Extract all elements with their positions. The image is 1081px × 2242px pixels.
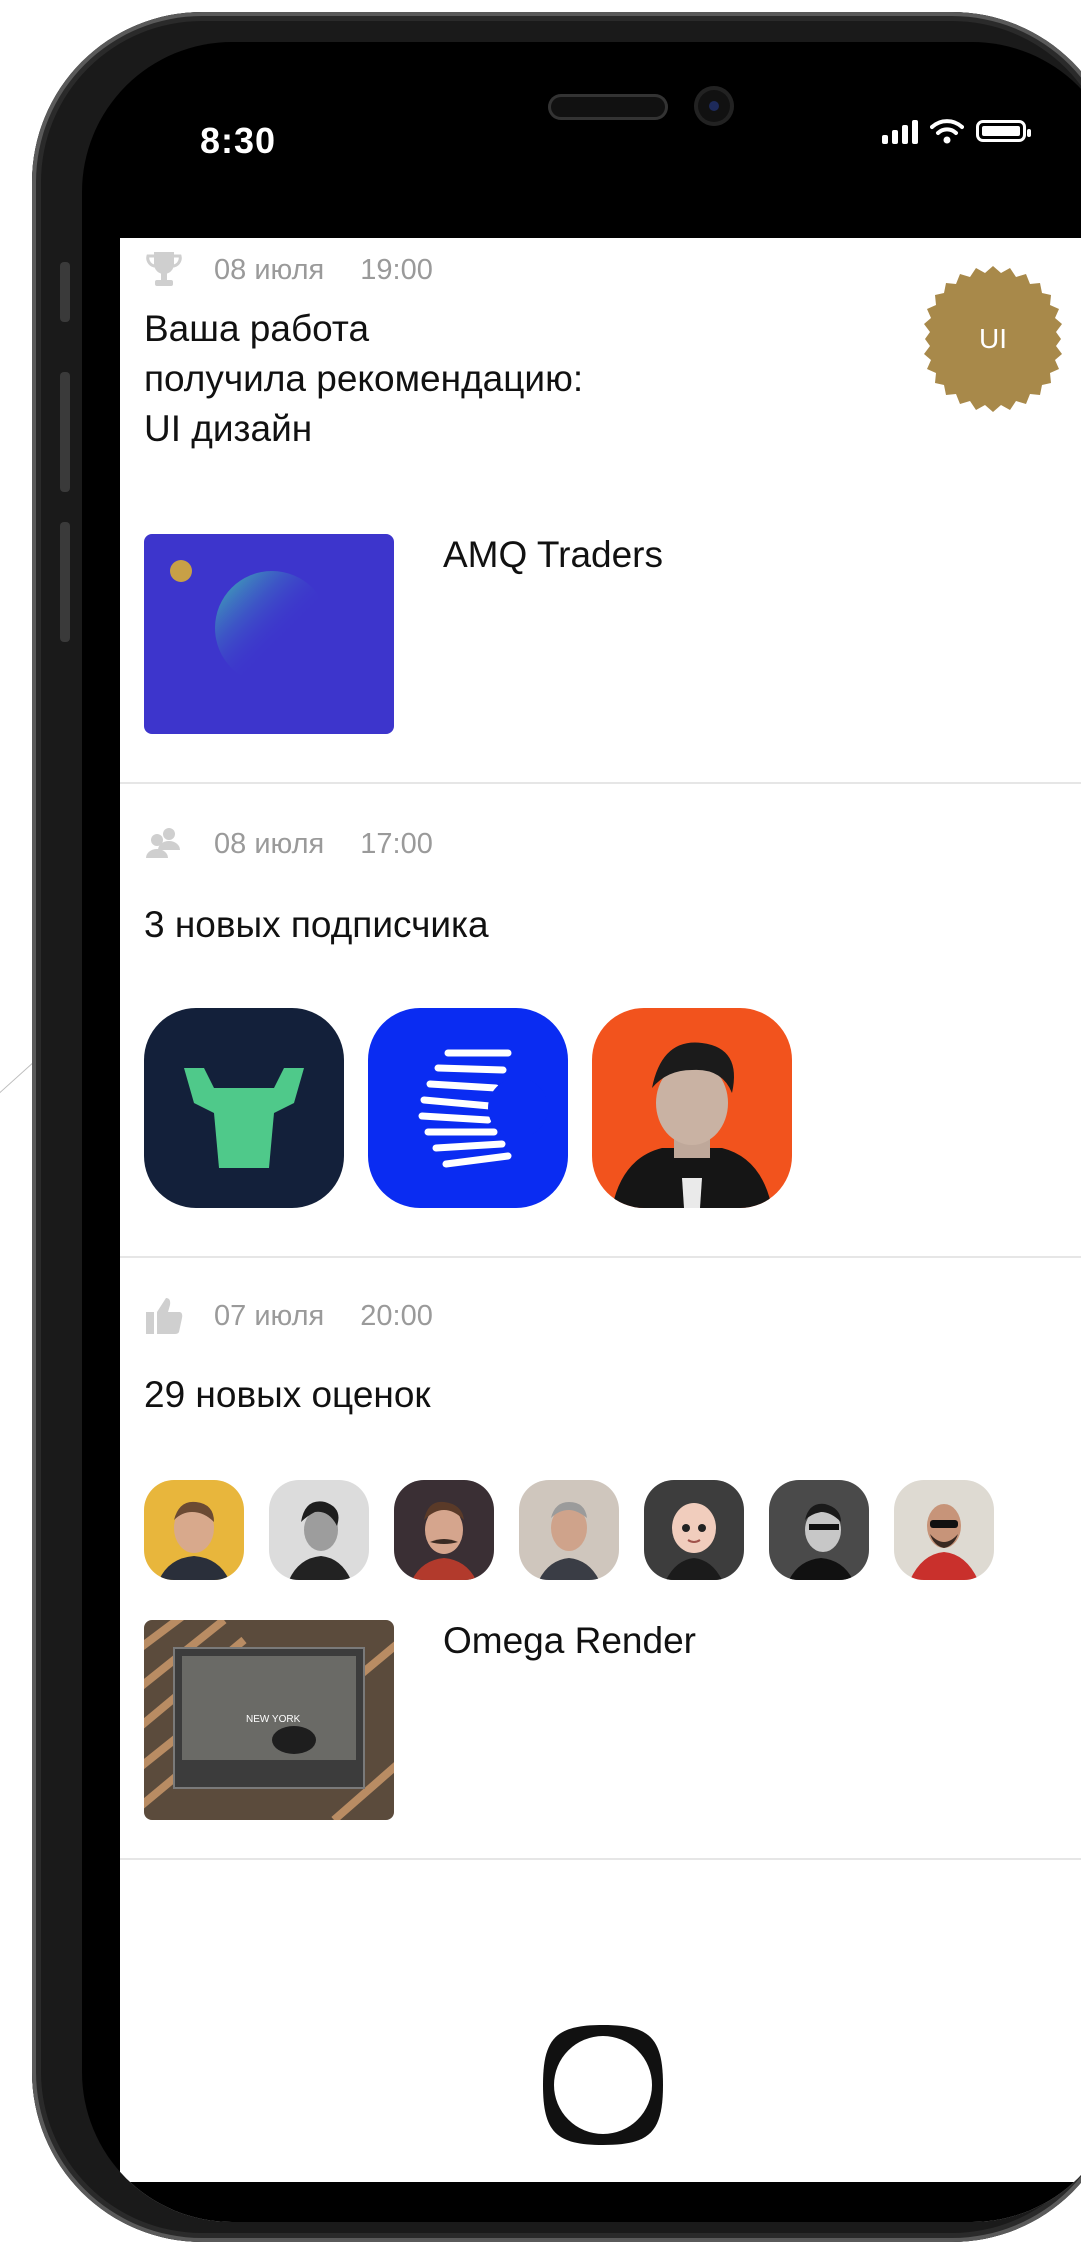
screen-bezel-bottom bbox=[82, 2182, 1081, 2222]
notification-time: 20:00 bbox=[360, 1299, 433, 1332]
rater-avatar[interactable] bbox=[519, 1480, 619, 1580]
rater-avatar[interactable] bbox=[394, 1480, 494, 1580]
portrait-avatar[interactable] bbox=[592, 1008, 792, 1208]
notifications-feed[interactable]: 08 июля 19:00 Ваша работа получила реком… bbox=[120, 238, 1081, 2222]
rater-avatar[interactable] bbox=[769, 1480, 869, 1580]
rater-avatar[interactable] bbox=[144, 1480, 244, 1580]
wifi-icon bbox=[930, 119, 964, 144]
notification-time: 19:00 bbox=[360, 253, 433, 286]
notification-date: 08 июля bbox=[214, 253, 325, 286]
rater-avatar[interactable] bbox=[644, 1480, 744, 1580]
phone-screen: 8:30 08 июля 19:00 Ваша работа получила … bbox=[82, 42, 1081, 2222]
project-name[interactable]: Omega Render bbox=[443, 1620, 696, 1662]
trophy-icon bbox=[144, 250, 184, 290]
project-name[interactable]: AMQ Traders bbox=[443, 534, 663, 576]
thumbnail-caption: NEW YORK bbox=[246, 1714, 301, 1725]
notification-title: 3 новых подписчика bbox=[144, 904, 489, 945]
front-camera bbox=[694, 86, 734, 126]
followers-list bbox=[144, 1008, 844, 1208]
battery-icon bbox=[976, 120, 1031, 142]
thumbs-up-icon bbox=[144, 1296, 184, 1336]
volume-down-button bbox=[60, 522, 70, 642]
notification-time: 17:00 bbox=[360, 827, 433, 860]
home-button-icon[interactable] bbox=[540, 2022, 666, 2148]
project-thumbnail[interactable]: NEW YORK bbox=[144, 1620, 394, 1820]
notification-recommendation[interactable]: 08 июля 19:00 Ваша работа получила реком… bbox=[120, 238, 1081, 784]
phone-frame: 8:30 08 июля 19:00 Ваша работа получила … bbox=[32, 12, 1081, 2242]
notification-date: 07 июля bbox=[214, 1299, 325, 1332]
notification-followers[interactable]: 08 июля 17:00 3 новых подписчика bbox=[120, 784, 1081, 1258]
notification-meta: 08 июля 19:00 bbox=[144, 250, 433, 290]
rater-avatar[interactable] bbox=[269, 1480, 369, 1580]
followers-icon bbox=[144, 824, 184, 864]
badge-label: UI bbox=[979, 323, 1007, 354]
mute-switch bbox=[60, 262, 70, 322]
project-thumbnail[interactable] bbox=[144, 534, 394, 734]
notification-ratings[interactable]: 07 июля 20:00 29 новых оценок NEW YORK O… bbox=[120, 1258, 1081, 1860]
signal-icon bbox=[882, 118, 918, 144]
notification-title: 29 новых оценок bbox=[144, 1374, 431, 1415]
status-icons bbox=[882, 118, 1031, 144]
notification-date: 08 июля bbox=[214, 827, 325, 860]
speaker bbox=[548, 94, 668, 120]
status-bar: 8:30 bbox=[82, 42, 1081, 238]
notification-meta: 08 июля 17:00 bbox=[144, 824, 433, 864]
notification-title: Ваша работа получила рекомендацию: UI ди… bbox=[144, 308, 584, 449]
volume-up-button bbox=[60, 372, 70, 492]
bull-logo-avatar[interactable] bbox=[144, 1008, 344, 1208]
status-time: 8:30 bbox=[200, 120, 277, 161]
notification-meta: 07 июля 20:00 bbox=[144, 1296, 433, 1336]
raters-list bbox=[144, 1480, 1044, 1580]
ui-badge: UI bbox=[918, 264, 1068, 414]
rater-avatar[interactable] bbox=[894, 1480, 994, 1580]
stripes-logo-avatar[interactable] bbox=[368, 1008, 568, 1208]
